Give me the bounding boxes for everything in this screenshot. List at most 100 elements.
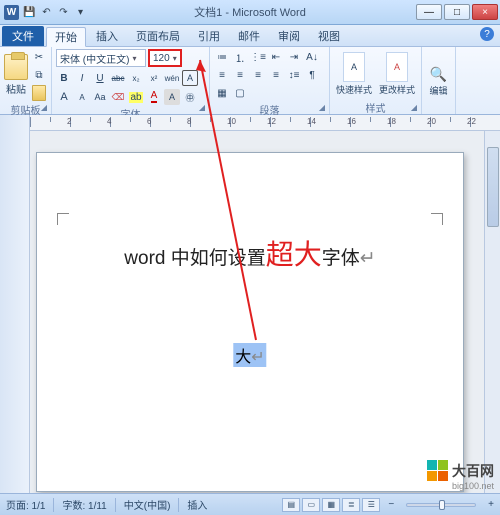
group-editing: 🔍 编辑 xyxy=(422,47,456,114)
group-paragraph: ≔ ⒈ ⋮≡ ⇤ ⇥ A↓ ≡ ≡ ≡ ≡ ↕≡ ¶ ▦ ▢ 段落 ◢ xyxy=(210,47,330,114)
tab-insert[interactable]: 插入 xyxy=(88,26,126,46)
vertical-ruler[interactable] xyxy=(0,115,30,493)
line-spacing-button[interactable]: ↕≡ xyxy=(286,67,302,83)
document-page[interactable]: word 中如何设置超大字体↵ 大↵ xyxy=(36,152,464,492)
status-word-count[interactable]: 字数: 1/11 xyxy=(62,497,106,512)
print-layout-view-button[interactable]: ▤ xyxy=(282,498,300,512)
align-left-button[interactable]: ≡ xyxy=(214,67,230,83)
selected-text[interactable]: 大↵ xyxy=(233,343,266,367)
tab-home[interactable]: 开始 xyxy=(46,27,86,47)
char-border-button[interactable]: A xyxy=(182,70,198,86)
italic-button[interactable]: I xyxy=(74,70,90,86)
styles-launcher-icon[interactable]: ◢ xyxy=(409,102,419,112)
tab-mailings[interactable]: 邮件 xyxy=(230,26,268,46)
minimize-button[interactable]: — xyxy=(416,4,442,20)
tab-references[interactable]: 引用 xyxy=(190,26,228,46)
paragraph-launcher-icon[interactable]: ◢ xyxy=(317,102,327,112)
decrease-indent-button[interactable]: ⇤ xyxy=(268,49,284,65)
status-page[interactable]: 页面: 1/1 xyxy=(6,497,45,512)
phonetic-guide-button[interactable]: wén xyxy=(164,70,180,86)
shrink-font-button[interactable]: A xyxy=(74,89,90,105)
quick-styles-button[interactable]: A 快速样式 xyxy=(334,49,374,99)
multilevel-button[interactable]: ⋮≡ xyxy=(250,49,266,65)
align-right-button[interactable]: ≡ xyxy=(250,67,266,83)
zoom-slider[interactable] xyxy=(406,503,476,507)
editing-button[interactable]: 🔍 编辑 xyxy=(426,57,451,107)
underline-button[interactable]: U xyxy=(92,70,108,86)
status-insert-mode[interactable]: 插入 xyxy=(187,497,207,512)
subscript-button[interactable]: x₂ xyxy=(128,70,144,86)
zoom-in-button[interactable]: + xyxy=(488,499,494,510)
bullets-button[interactable]: ≔ xyxy=(214,49,230,65)
highlight-button[interactable]: ab xyxy=(128,89,144,105)
char-shading-button[interactable]: A xyxy=(164,89,180,105)
qat-more-icon[interactable]: ▾ xyxy=(73,5,88,20)
text-run: word 中如何设置 xyxy=(124,248,265,269)
text-run: 字体 xyxy=(322,248,360,269)
text-run-large-red: 超大 xyxy=(266,239,322,270)
status-language[interactable]: 中文(中国) xyxy=(124,497,171,512)
save-icon[interactable]: 💾 xyxy=(22,5,37,20)
help-icon[interactable]: ? xyxy=(480,27,494,41)
justify-button[interactable]: ≡ xyxy=(268,67,284,83)
outline-view-button[interactable]: ≣ xyxy=(342,498,360,512)
copy-icon[interactable]: ⧉ xyxy=(31,67,47,83)
vertical-scrollbar[interactable] xyxy=(484,131,500,493)
ribbon: 粘贴 ✂ ⧉ 剪贴板 ◢ 宋体 (中文正文) ▾ 120 ▾ xyxy=(0,47,500,115)
enclose-char-button[interactable]: ㊥ xyxy=(182,89,198,105)
dropdown-arrow-icon: ▾ xyxy=(132,54,136,63)
logo-squares-icon xyxy=(427,460,448,481)
font-color-button[interactable]: A xyxy=(146,89,162,105)
window-buttons: — □ × xyxy=(416,4,498,20)
ribbon-tab-bar: 文件 开始 插入 页面布局 引用 邮件 审阅 视图 ? xyxy=(0,25,500,47)
tab-layout[interactable]: 页面布局 xyxy=(128,26,188,46)
change-case-button[interactable]: Aa xyxy=(92,89,108,105)
increase-indent-button[interactable]: ⇥ xyxy=(286,49,302,65)
paste-button[interactable]: 粘贴 xyxy=(4,50,28,100)
font-size-combo[interactable]: 120 ▾ xyxy=(148,49,182,67)
font-name-value: 宋体 (中文正文) xyxy=(60,51,129,66)
tab-file[interactable]: 文件 xyxy=(2,26,44,46)
tab-view[interactable]: 视图 xyxy=(310,26,348,46)
status-bar: 页面: 1/1 字数: 1/11 中文(中国) 插入 ▤ ▭ ▦ ≣ ☰ − + xyxy=(0,493,500,515)
scroll-thumb[interactable] xyxy=(487,147,499,227)
web-view-button[interactable]: ▦ xyxy=(322,498,340,512)
draft-view-button[interactable]: ☰ xyxy=(362,498,380,512)
fullscreen-view-button[interactable]: ▭ xyxy=(302,498,320,512)
font-launcher-icon[interactable]: ◢ xyxy=(197,102,207,112)
redo-icon[interactable]: ↷ xyxy=(56,5,71,20)
show-marks-button[interactable]: ¶ xyxy=(304,67,320,83)
word-app-icon: W xyxy=(4,5,19,20)
clear-format-button[interactable]: ⌫ xyxy=(110,89,126,105)
align-center-button[interactable]: ≡ xyxy=(232,67,248,83)
maximize-button[interactable]: □ xyxy=(444,4,470,20)
group-label-styles: 样式 xyxy=(334,99,417,116)
superscript-button[interactable]: x² xyxy=(146,70,162,86)
clipboard-launcher-icon[interactable]: ◢ xyxy=(39,102,49,112)
slider-thumb[interactable] xyxy=(439,500,445,510)
borders-button[interactable]: ▢ xyxy=(232,85,248,101)
window-title: 文档1 - Microsoft Word xyxy=(194,4,306,20)
shading-button[interactable]: ▦ xyxy=(214,85,230,101)
document-text-line[interactable]: word 中如何设置超大字体↵ xyxy=(37,233,463,273)
horizontal-ruler[interactable]: 246810121416182022 xyxy=(30,115,500,131)
group-font: 宋体 (中文正文) ▾ 120 ▾ B I U abc x₂ x² wén A … xyxy=(52,47,210,114)
zoom-out-button[interactable]: − xyxy=(388,499,394,510)
title-bar: W 💾 ↶ ↷ ▾ 文档1 - Microsoft Word — □ × xyxy=(0,0,500,25)
font-name-combo[interactable]: 宋体 (中文正文) ▾ xyxy=(56,49,146,67)
dropdown-arrow-icon: ▾ xyxy=(173,54,177,63)
close-button[interactable]: × xyxy=(472,4,498,20)
numbering-button[interactable]: ⒈ xyxy=(232,49,248,65)
bold-button[interactable]: B xyxy=(56,70,72,86)
sort-button[interactable]: A↓ xyxy=(304,49,320,65)
strikethrough-button[interactable]: abc xyxy=(110,70,126,86)
watermark-text: 大百网 xyxy=(452,461,494,481)
change-styles-button[interactable]: A 更改样式 xyxy=(377,49,417,99)
group-clipboard: 粘贴 ✂ ⧉ 剪贴板 ◢ xyxy=(0,47,52,114)
tab-review[interactable]: 审阅 xyxy=(270,26,308,46)
format-painter-icon[interactable] xyxy=(31,85,47,101)
cut-icon[interactable]: ✂ xyxy=(31,49,47,65)
undo-icon[interactable]: ↶ xyxy=(39,5,54,20)
grow-font-button[interactable]: A xyxy=(56,89,72,105)
paragraph-mark-icon: ↵ xyxy=(251,349,264,366)
